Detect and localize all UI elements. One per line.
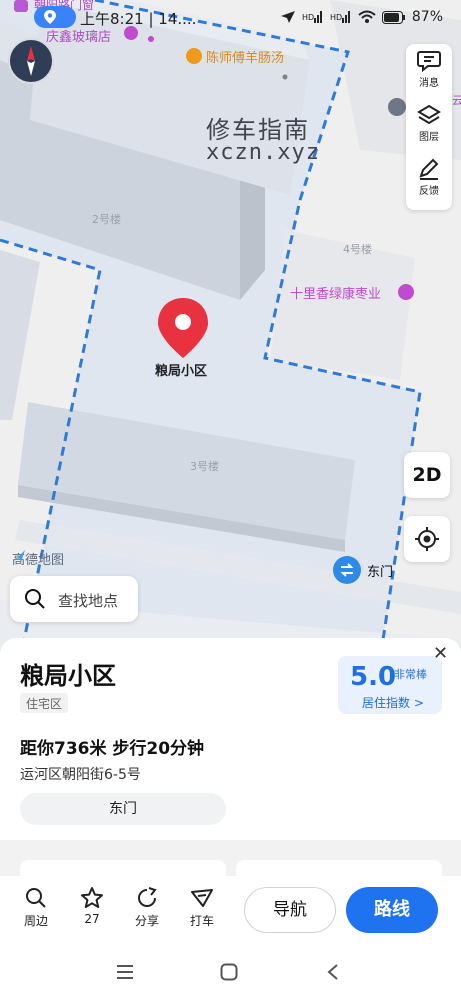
locate-me-button[interactable] <box>404 516 450 562</box>
distance-info: 距你736米 步行20分钟 <box>20 739 205 759</box>
close-icon[interactable]: ✕ <box>433 643 448 664</box>
map-view[interactable]: 朝阳路门窗 庆鑫玻璃店 陈师傅羊肠汤 云 2号楼 4号楼 3号楼 十里香绿康枣业… <box>0 0 461 660</box>
building-3-label: 3号楼 <box>190 460 219 473</box>
poi-restaurant[interactable]: 陈师傅羊肠汤 <box>206 47 284 66</box>
wifi-icon <box>358 10 376 23</box>
living-score-level: 非常棒 <box>394 668 427 681</box>
signal-hd-2-icon: HD <box>330 11 350 23</box>
battery-percent: 87% <box>411 9 443 25</box>
menu-icon[interactable] <box>116 964 134 980</box>
status-time: 上午8:21 | 14.... <box>80 10 197 28</box>
status-bar: 上午8:21 | 14.... HD HD 87% <box>0 0 461 36</box>
living-score-label: 居住指数 > <box>362 696 424 710</box>
building-4-label: 4号楼 <box>343 243 372 256</box>
home-icon[interactable] <box>220 963 238 981</box>
place-title: 粮局小区 <box>20 662 116 690</box>
svg-text:HD: HD <box>330 13 342 22</box>
layers-button[interactable]: 图层 <box>406 98 452 152</box>
place-address: 运河区朝阳街6-5号 <box>20 767 141 783</box>
favorite-count: 27 <box>84 912 100 926</box>
battery-icon <box>381 10 405 24</box>
location-pill <box>34 6 76 28</box>
svg-text:HD: HD <box>302 13 314 22</box>
taxi-button[interactable]: 打车 <box>180 886 224 929</box>
taxi-icon <box>191 889 213 907</box>
search-nearby-icon <box>26 888 46 908</box>
sheet-divider-strip <box>0 840 461 880</box>
wrench-icon[interactable] <box>388 98 406 116</box>
dot-icon <box>148 36 154 42</box>
map-2d-toggle-button[interactable]: 2D <box>404 452 450 498</box>
search-placeholder: 查找地点 <box>58 592 119 610</box>
message-icon <box>417 51 441 72</box>
share-label: 分享 <box>134 914 159 928</box>
locate-target-icon <box>415 527 439 551</box>
gate-icon[interactable] <box>333 556 361 584</box>
place-category-tag: 住宅区 <box>20 693 69 713</box>
poi-edge-label: 云 <box>452 94 461 107</box>
place-detail-sheet: 粮局小区 住宅区 5.0 非常棒 居住指数 > 距你736米 步行20分钟 运河… <box>0 638 461 840</box>
layers-icon <box>417 104 441 125</box>
edit-pen-icon <box>419 158 439 180</box>
nearby-button[interactable]: 周边 <box>14 886 58 929</box>
food-icon <box>186 48 202 64</box>
status-icons: HD HD 87% <box>280 9 443 25</box>
store-icon <box>398 284 414 300</box>
star-icon <box>81 887 103 908</box>
search-place-button[interactable]: 查找地点 <box>10 576 138 622</box>
feedback-label: 反馈 <box>419 186 439 197</box>
watermark-url: xczn.xyz <box>206 140 320 165</box>
poi-store[interactable]: 十里香绿康枣业 <box>290 283 381 302</box>
messages-button[interactable]: 消息 <box>406 44 452 98</box>
amap-arrow-icon <box>13 550 25 562</box>
back-icon[interactable] <box>326 963 340 981</box>
layers-label: 图层 <box>419 132 439 143</box>
share-button[interactable]: 分享 <box>125 886 169 929</box>
action-bar: 周边 27 分享 打车 导航 路线 <box>0 876 461 948</box>
gate-chip[interactable]: 东门 <box>20 793 226 825</box>
living-score-card[interactable]: 5.0 非常棒 居住指数 > <box>338 656 442 714</box>
marker-label: 粮局小区 <box>155 364 208 379</box>
navigation-arrow-icon <box>280 11 295 23</box>
favorite-button[interactable]: 27 <box>70 886 114 926</box>
navigate-button[interactable]: 导航 <box>244 887 336 933</box>
compass-icon[interactable] <box>8 38 54 84</box>
gate-label: 东门 <box>367 565 394 580</box>
taxi-label: 打车 <box>189 914 214 928</box>
share-icon <box>138 887 157 907</box>
location-pin-icon <box>44 10 56 24</box>
map-2d-label: 2D <box>412 464 442 486</box>
system-nav-bar <box>0 948 461 1000</box>
feedback-button[interactable]: 反馈 <box>406 152 452 206</box>
building-2-label: 2号楼 <box>92 213 121 226</box>
route-button[interactable]: 路线 <box>346 887 438 933</box>
nearby-label: 周边 <box>23 914 48 928</box>
search-icon <box>25 589 45 609</box>
signal-hd-icon: HD <box>302 11 322 23</box>
map-tools-panel: 消息 图层 反馈 <box>406 44 452 210</box>
living-score-value: 5.0 <box>350 662 397 692</box>
amap-logo: 高德地图 <box>12 549 64 568</box>
messages-label: 消息 <box>419 78 439 89</box>
